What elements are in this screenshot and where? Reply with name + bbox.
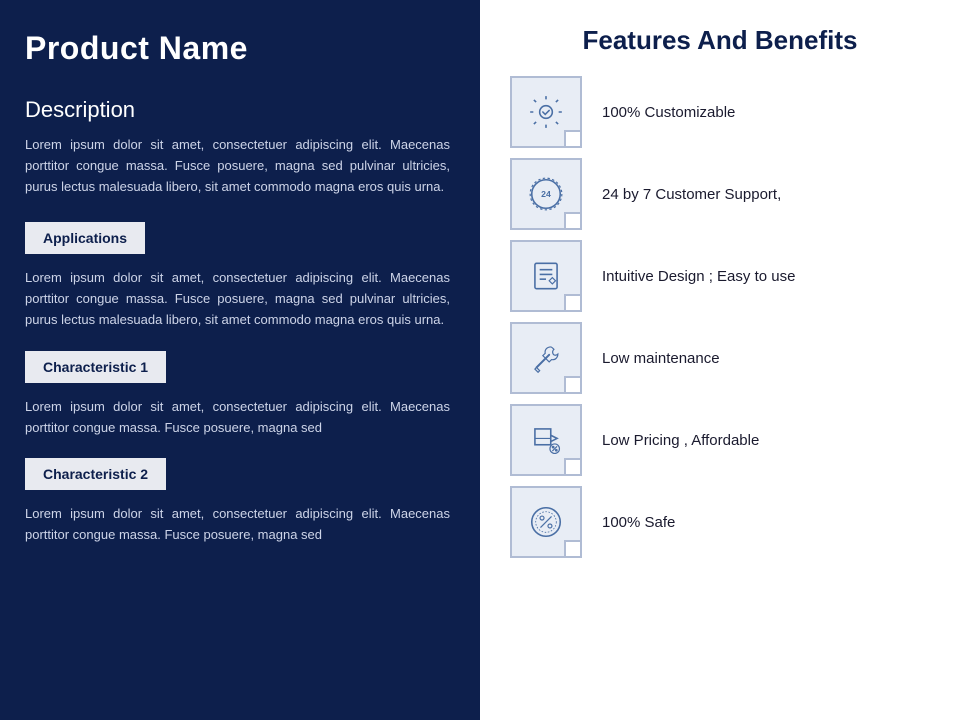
applications-button[interactable]: Applications <box>25 222 145 254</box>
characteristic1-button[interactable]: Characteristic 1 <box>25 351 166 383</box>
feature-icon-3 <box>510 240 582 312</box>
feature-icon-6 <box>510 486 582 558</box>
percent-circle-icon <box>527 503 565 541</box>
characteristic1-text: Lorem ipsum dolor sit amet, consectetuer… <box>25 397 450 439</box>
box-tag-icon <box>527 421 565 459</box>
svg-text:24: 24 <box>541 189 551 199</box>
left-panel: Product Name Description Lorem ipsum dol… <box>0 0 480 720</box>
feature-row-5: Low Pricing , Affordable <box>510 404 930 476</box>
feature-label-1: 100% Customizable <box>602 104 735 121</box>
wrench-screwdriver-icon <box>527 339 565 377</box>
feature-label-4: Low maintenance <box>602 350 720 367</box>
feature-row-6: 100% Safe <box>510 486 930 558</box>
feature-icon-2: 24 <box>510 158 582 230</box>
features-title: Features And Benefits <box>510 25 930 56</box>
product-title: Product Name <box>25 30 450 67</box>
description-text: Lorem ipsum dolor sit amet, consectetuer… <box>25 135 450 197</box>
applications-text: Lorem ipsum dolor sit amet, consectetuer… <box>25 268 450 330</box>
right-panel: Features And Benefits 100% Customizable … <box>480 0 960 720</box>
description-heading: Description <box>25 97 450 123</box>
characteristic2-text: Lorem ipsum dolor sit amet, consectetuer… <box>25 504 450 546</box>
feature-label-3: Intuitive Design ; Easy to use <box>602 268 795 285</box>
feature-row-3: Intuitive Design ; Easy to use <box>510 240 930 312</box>
clock-24-icon: 24 <box>527 175 565 213</box>
feature-label-2: 24 by 7 Customer Support, <box>602 186 781 203</box>
feature-icon-4 <box>510 322 582 394</box>
feature-label-6: 100% Safe <box>602 514 675 531</box>
feature-row-2: 24 24 by 7 Customer Support, <box>510 158 930 230</box>
feature-row-1: 100% Customizable <box>510 76 930 148</box>
feature-icon-5 <box>510 404 582 476</box>
gear-check-icon <box>527 93 565 131</box>
design-pencil-icon <box>527 257 565 295</box>
feature-label-5: Low Pricing , Affordable <box>602 432 759 449</box>
characteristic2-button[interactable]: Characteristic 2 <box>25 458 166 490</box>
feature-icon-1 <box>510 76 582 148</box>
feature-row-4: Low maintenance <box>510 322 930 394</box>
